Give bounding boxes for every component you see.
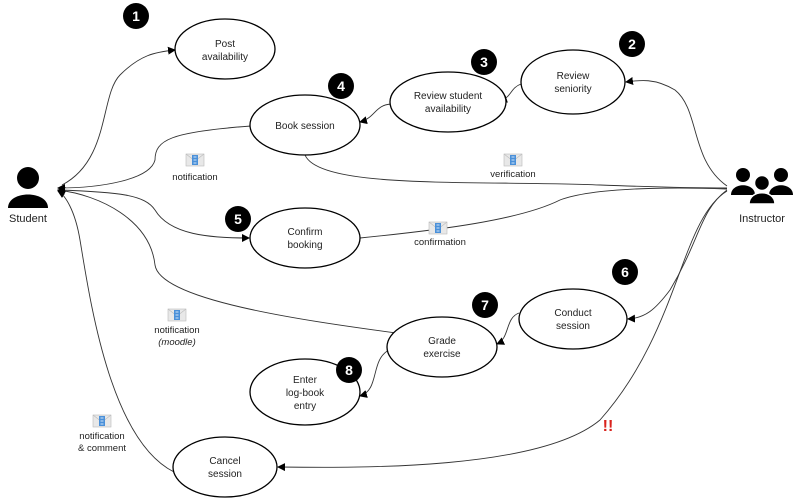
edge-grade-student xyxy=(57,186,397,334)
node-conduct-session: Conduct session xyxy=(518,288,628,350)
edge-grade-logbook xyxy=(359,349,390,398)
svg-text:Post: Post xyxy=(215,39,235,50)
edge-book-student xyxy=(57,125,252,192)
svg-text:7: 7 xyxy=(481,297,489,313)
envelope-icon xyxy=(428,221,448,235)
node-cancel-session: Cancel session xyxy=(172,436,278,498)
envelope-icon xyxy=(503,153,523,167)
step-badge-2: 2 xyxy=(619,31,645,57)
svg-text:8: 8 xyxy=(345,362,353,378)
node-confirm-booking: Confirm booking xyxy=(249,207,361,269)
svg-text:session: session xyxy=(208,469,242,480)
message-grade-notification: notification (moodle) xyxy=(154,308,200,348)
svg-text:Book session: Book session xyxy=(275,121,334,132)
svg-text:Instructor: Instructor xyxy=(739,213,785,225)
step-badge-4: 4 xyxy=(328,73,354,99)
svg-text:Confirm: Confirm xyxy=(287,227,322,238)
instructor-actor: Instructor xyxy=(731,168,793,225)
message-book-notification: notification xyxy=(172,153,218,183)
student-actor: Student xyxy=(8,167,48,225)
svg-text:Review: Review xyxy=(557,71,591,82)
step-badge-5: 5 xyxy=(225,206,251,232)
svg-text:availability: availability xyxy=(425,104,471,115)
envelope-icon xyxy=(92,414,112,428)
svg-text:notification: notification xyxy=(154,325,199,336)
group-icon xyxy=(731,168,793,205)
svg-text:Conduct: Conduct xyxy=(554,308,591,319)
svg-text:seniority: seniority xyxy=(554,84,591,95)
edge-instructor-review-seniority xyxy=(625,77,728,187)
svg-text:6: 6 xyxy=(621,264,629,280)
person-icon xyxy=(8,167,48,208)
svg-text:2: 2 xyxy=(628,36,636,52)
step-badge-7: 7 xyxy=(472,292,498,318)
svg-text:Review student: Review student xyxy=(414,91,483,102)
svg-text:3: 3 xyxy=(480,54,488,70)
svg-text:booking: booking xyxy=(287,240,322,251)
svg-text:verification: verification xyxy=(490,169,535,180)
message-verification: verification xyxy=(490,153,536,180)
node-grade-exercise: Grade exercise xyxy=(386,316,498,378)
node-review-student-availability: Review student availability xyxy=(389,71,507,133)
edge-instructor-conduct xyxy=(627,189,728,323)
edge-review-student-book xyxy=(359,103,392,125)
svg-text:(moodle): (moodle) xyxy=(158,337,196,348)
warning-mark: !! xyxy=(603,418,614,435)
svg-text:5: 5 xyxy=(234,211,242,227)
svg-text:Enter: Enter xyxy=(293,375,318,386)
node-post-availability: Post availability xyxy=(174,18,276,80)
svg-text:exercise: exercise xyxy=(423,349,461,360)
svg-text:notification: notification xyxy=(79,431,124,442)
message-cancel-notification: notification & comment xyxy=(78,414,126,454)
step-badge-8: 8 xyxy=(336,357,362,383)
svg-text:1: 1 xyxy=(132,8,140,24)
svg-text:entry: entry xyxy=(294,401,316,412)
svg-text:availability: availability xyxy=(202,52,248,63)
svg-text:& comment: & comment xyxy=(78,443,126,454)
svg-text:log-book: log-book xyxy=(286,388,325,399)
svg-text:Student: Student xyxy=(9,213,47,225)
step-badge-1: 1 xyxy=(123,3,149,29)
node-review-seniority: Review seniority xyxy=(520,49,626,115)
step-badge-6: 6 xyxy=(612,259,638,285)
edge-conduct-grade xyxy=(496,312,520,345)
edge-student-post xyxy=(61,46,176,186)
svg-text:confirmation: confirmation xyxy=(414,237,466,248)
step-badge-3: 3 xyxy=(471,49,497,75)
svg-text:4: 4 xyxy=(337,78,345,94)
envelope-icon xyxy=(167,308,187,322)
process-diagram: Post availability Review seniority Revie… xyxy=(8,3,793,498)
svg-text:Cancel: Cancel xyxy=(209,456,240,467)
edge-student-confirm xyxy=(57,189,250,242)
node-book-session: Book session xyxy=(249,94,361,156)
envelope-icon xyxy=(185,153,205,167)
edge-confirm-instructor xyxy=(359,187,728,239)
svg-text:Grade: Grade xyxy=(428,336,456,347)
svg-text:notification: notification xyxy=(172,172,217,183)
svg-text:session: session xyxy=(556,321,590,332)
